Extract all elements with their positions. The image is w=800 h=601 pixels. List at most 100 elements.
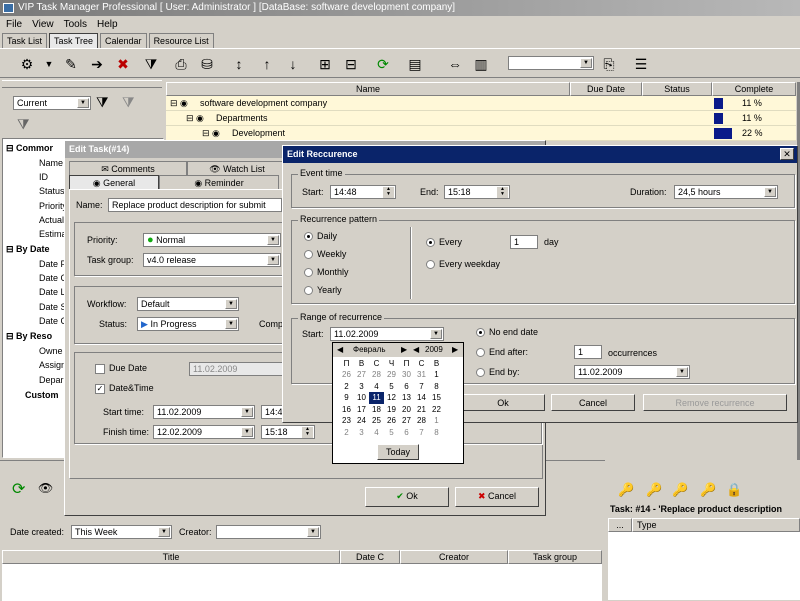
range-start-select[interactable]: 11.02.2009 ▼	[330, 327, 444, 341]
end-by-select[interactable]: 11.02.2009 ▼	[574, 365, 690, 379]
calendar-day[interactable]: 14	[414, 392, 429, 404]
calendar-day-selected[interactable]: 11	[369, 392, 384, 404]
col-complete[interactable]: Complete	[712, 82, 796, 96]
ok-button[interactable]: Ok	[461, 394, 545, 411]
refresh-icon[interactable]: ⟳	[372, 53, 394, 75]
menu-file[interactable]: File	[6, 19, 22, 30]
filter-item[interactable]: Estima	[39, 229, 67, 239]
attach-delete-icon[interactable]: 🔑	[700, 482, 716, 498]
export-icon[interactable]: ⎘	[598, 53, 620, 75]
every-days-input[interactable]: 1	[510, 235, 538, 249]
filter-combo[interactable]: Current ▼	[13, 96, 91, 110]
task-forward-icon[interactable]: ➔	[86, 53, 108, 75]
move-up-icon[interactable]: ↑	[256, 53, 278, 75]
calendar-day[interactable]: 6	[399, 381, 414, 393]
calendar-day[interactable]: 1	[429, 415, 444, 427]
filter-clear-icon[interactable]: ⧩	[122, 94, 135, 111]
end-time-input[interactable]: 15:18 ▲ ▼	[444, 185, 510, 199]
calendar-day[interactable]: 12	[384, 392, 399, 404]
filter-item[interactable]: Depar	[39, 375, 64, 385]
calendar-day[interactable]: 7	[414, 381, 429, 393]
filter-item[interactable]: Actual	[39, 215, 64, 225]
filter-item[interactable]: ID	[39, 172, 48, 182]
creator-select[interactable]: ▼	[216, 525, 321, 539]
section-by-date[interactable]: ⊟ By Date	[6, 244, 50, 255]
prev-year-icon[interactable]: ◀	[413, 343, 419, 357]
filter-remove-icon[interactable]: ⧩	[17, 116, 30, 133]
year-label[interactable]: 2009	[425, 343, 443, 357]
remove-recurrence-button[interactable]: Remove recurrence	[643, 394, 787, 411]
col-dots[interactable]: ...	[608, 518, 632, 532]
calendar-day[interactable]: 16	[339, 404, 354, 416]
calendar-day[interactable]: 27	[354, 369, 369, 381]
calendar-day[interactable]: 25	[369, 415, 384, 427]
calendar-day[interactable]: 10	[354, 392, 369, 404]
radio-monthly[interactable]: Monthly	[304, 267, 349, 278]
tree-row[interactable]: ⊟ ◉ Departments 11 %	[166, 111, 796, 126]
refresh-icon[interactable]: ⟳	[12, 479, 25, 499]
calendar-day[interactable]: 30	[399, 369, 414, 381]
calendar-day[interactable]: 21	[414, 404, 429, 416]
task-group-select[interactable]: v4.0 release ▼	[143, 253, 281, 267]
tab-reminder[interactable]: ◉ Reminder	[159, 175, 279, 190]
dropdown-arrow-icon[interactable]: ▼	[38, 53, 60, 75]
calendar-day[interactable]: 27	[399, 415, 414, 427]
calendar-day[interactable]: 4	[369, 381, 384, 393]
filter-item[interactable]: Assign	[39, 360, 66, 370]
col-due-date[interactable]: Due Date	[570, 82, 642, 96]
filter-item[interactable]: Date C	[39, 316, 67, 326]
section-by-resource[interactable]: ⊟ By Reso	[6, 331, 52, 342]
calendar-day[interactable]: 2	[339, 427, 354, 439]
expand-tree-icon[interactable]: ⊞	[314, 53, 336, 75]
tab-task-list[interactable]: Task List	[2, 33, 48, 48]
task-print-icon[interactable]: ⎙	[170, 53, 192, 75]
calendar-day[interactable]: 15	[429, 392, 444, 404]
calendar-day[interactable]: 28	[414, 415, 429, 427]
status-select[interactable]: ▶ In Progress ▼	[137, 317, 239, 331]
next-year-icon[interactable]: ▶	[452, 343, 458, 357]
calendar-day[interactable]: 26	[339, 369, 354, 381]
calendar-day[interactable]: 31	[414, 369, 429, 381]
radio-every[interactable]: Every	[426, 237, 462, 248]
radio-every-weekday[interactable]: Every weekday	[426, 259, 500, 270]
calendar-day[interactable]: 13	[399, 392, 414, 404]
columns-icon[interactable]: ▥	[470, 53, 492, 75]
col-type[interactable]: Type	[632, 518, 800, 532]
attach-save-icon[interactable]: 🔑	[672, 482, 688, 498]
task-name-input[interactable]: Replace product description for submit	[108, 198, 282, 212]
folder-icon[interactable]: ▤	[404, 53, 426, 75]
calendar-day[interactable]: 20	[399, 404, 414, 416]
filter-item[interactable]: Date C	[39, 273, 67, 283]
filter-item[interactable]: Status	[39, 186, 65, 196]
today-button[interactable]: Today	[377, 444, 419, 460]
tab-comments[interactable]: ✉ Comments	[69, 161, 187, 176]
calendar-day[interactable]: 28	[369, 369, 384, 381]
radio-end-after[interactable]: End after:	[476, 347, 528, 358]
calendar-day[interactable]: 5	[384, 381, 399, 393]
task-delete-icon[interactable]: ✖	[112, 53, 134, 75]
calendar-day[interactable]: 3	[354, 381, 369, 393]
due-date-input[interactable]: 11.02.2009	[189, 362, 289, 376]
calendar-day[interactable]: 8	[429, 427, 444, 439]
filter-icon[interactable]: ⧩	[96, 94, 109, 111]
calendar-day[interactable]: 29	[384, 369, 399, 381]
radio-yearly[interactable]: Yearly	[304, 285, 342, 296]
calendar-day[interactable]: 18	[369, 404, 384, 416]
col-status[interactable]: Status	[642, 82, 712, 96]
calendar-day[interactable]: 9	[339, 392, 354, 404]
workflow-select[interactable]: Default ▼	[137, 297, 239, 311]
month-label[interactable]: Февраль	[353, 343, 386, 357]
filter-item[interactable]: Priority	[39, 201, 67, 211]
col-task-group[interactable]: Task group	[508, 550, 602, 564]
calendar-day[interactable]: 17	[354, 404, 369, 416]
calendar-day[interactable]: 5	[384, 427, 399, 439]
menu-tools[interactable]: Tools	[64, 19, 87, 30]
cancel-button[interactable]: Cancel	[551, 394, 635, 411]
calendar-day[interactable]: 26	[384, 415, 399, 427]
radio-end-by[interactable]: End by:	[476, 367, 520, 378]
calendar-day[interactable]: 22	[429, 404, 444, 416]
tab-calendar[interactable]: Calendar	[100, 33, 147, 48]
calendar-day[interactable]: 8	[429, 381, 444, 393]
menu-help[interactable]: Help	[97, 19, 118, 30]
report-icon[interactable]: ☰	[630, 53, 652, 75]
